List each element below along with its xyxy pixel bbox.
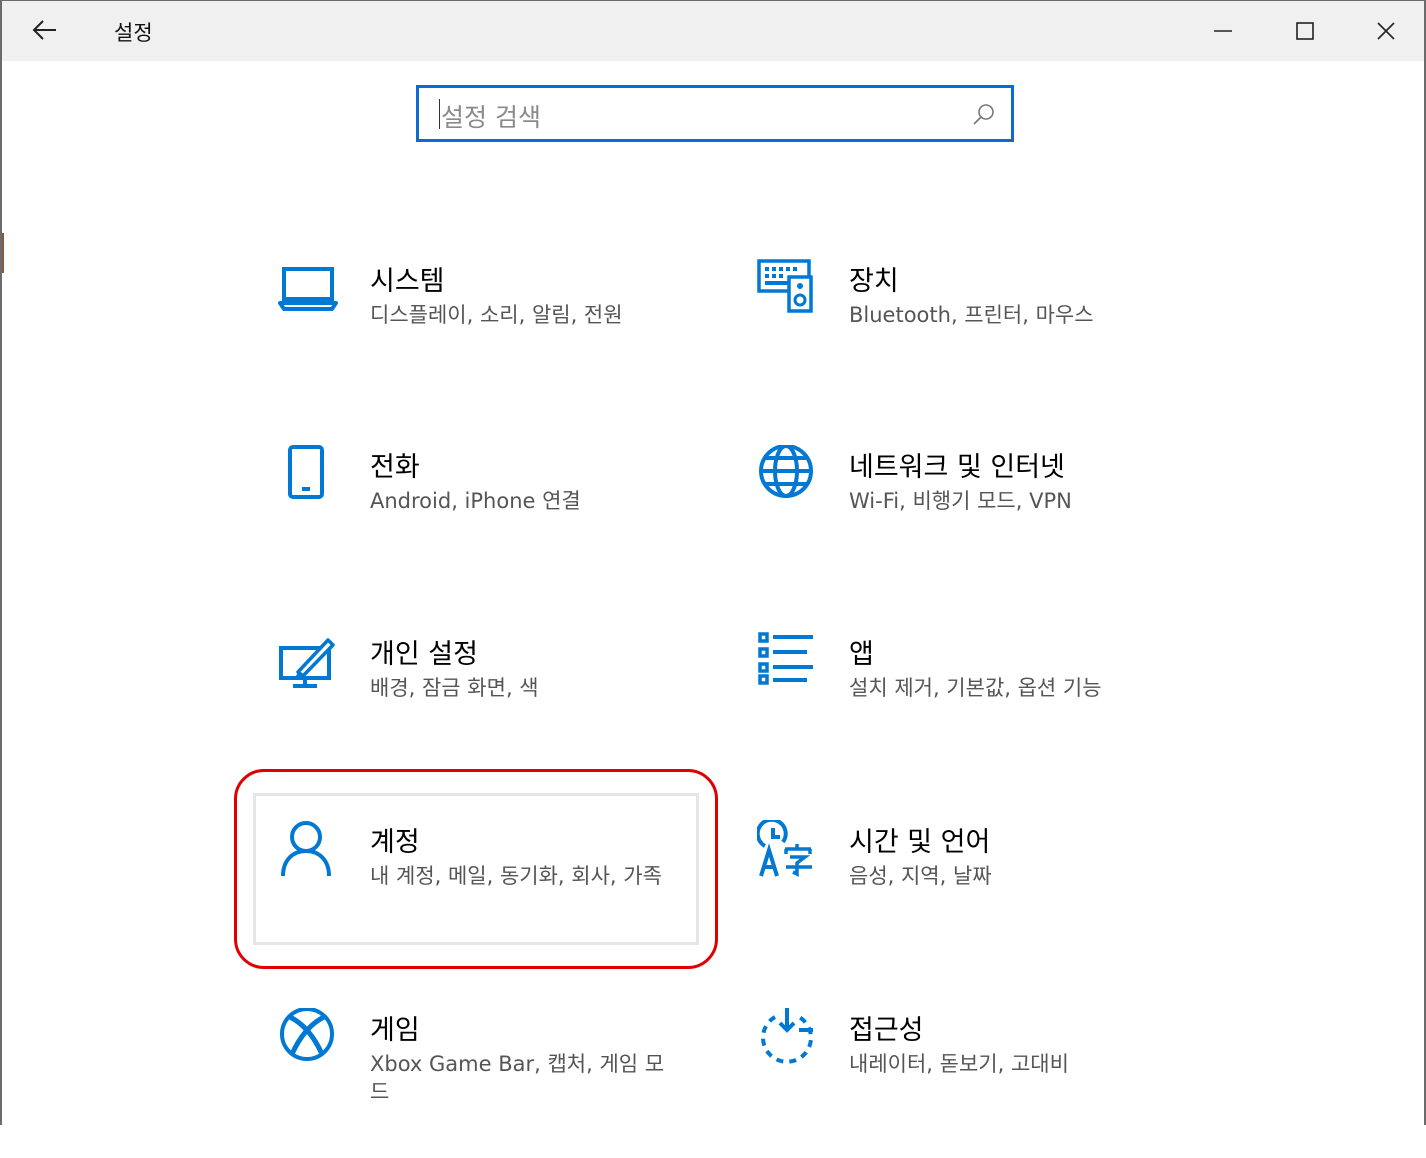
laptop-icon bbox=[278, 267, 338, 311]
category-title: 시스템 bbox=[370, 266, 445, 297]
person-icon bbox=[281, 821, 331, 877]
xbox-icon bbox=[280, 1008, 334, 1061]
time-language-icon bbox=[757, 820, 812, 877]
phone-icon bbox=[288, 445, 324, 499]
category-accounts[interactable]: 계정 내 계정, 메일, 동기화, 회사, 가족 bbox=[278, 820, 723, 970]
text-caret bbox=[439, 99, 440, 129]
maximize-button[interactable] bbox=[1264, 1, 1346, 61]
category-title: 접근성 bbox=[849, 1015, 924, 1046]
globe-icon bbox=[759, 445, 813, 498]
category-title: 앱 bbox=[849, 639, 874, 670]
back-button[interactable] bbox=[22, 9, 66, 53]
category-desc: 디스플레이, 소리, 알림, 전원 bbox=[370, 303, 623, 327]
category-desc: 내레이터, 돋보기, 고대비 bbox=[849, 1052, 1069, 1076]
search-icon bbox=[973, 104, 994, 125]
category-desc: Android, iPhone 연결 bbox=[370, 489, 581, 513]
category-gaming[interactable]: 게임 Xbox Game Bar, 캡처, 게임 모드 bbox=[278, 1008, 723, 1158]
category-title: 개인 설정 bbox=[370, 639, 478, 670]
category-desc: Bluetooth, 프린터, 마우스 bbox=[849, 303, 1094, 327]
minimize-button[interactable] bbox=[1182, 1, 1264, 61]
back-arrow-icon bbox=[32, 20, 56, 40]
category-system[interactable]: 시스템 디스플레이, 소리, 알림, 전원 bbox=[278, 259, 723, 409]
category-desc: 설치 제거, 기본값, 옵션 기능 bbox=[849, 676, 1102, 700]
category-desc: 내 계정, 메일, 동기화, 회사, 가족 bbox=[370, 864, 662, 888]
search-input[interactable]: 설정 검색 bbox=[416, 85, 1014, 142]
category-accessibility[interactable]: 접근성 내레이터, 돋보기, 고대비 bbox=[757, 1008, 1202, 1158]
close-icon bbox=[1377, 22, 1395, 40]
close-button[interactable] bbox=[1345, 1, 1426, 61]
category-personalization[interactable]: 개인 설정 배경, 잠금 화면, 색 bbox=[278, 632, 723, 782]
category-desc: 음성, 지역, 날짜 bbox=[849, 864, 992, 888]
title-bar: 설정 bbox=[2, 1, 1424, 61]
category-title: 전화 bbox=[370, 452, 420, 483]
accessibility-icon bbox=[761, 1008, 813, 1064]
category-time-language[interactable]: 시간 및 언어 음성, 지역, 날짜 bbox=[757, 820, 1202, 970]
window-edge-mark bbox=[2, 233, 4, 273]
category-title: 계정 bbox=[370, 827, 420, 858]
personalization-icon bbox=[279, 638, 335, 688]
category-title: 시간 및 언어 bbox=[849, 827, 991, 858]
category-title: 게임 bbox=[370, 1015, 420, 1046]
category-title: 장치 bbox=[849, 266, 899, 297]
search-placeholder: 설정 검색 bbox=[441, 103, 541, 132]
category-desc: Xbox Game Bar, 캡처, 게임 모드 bbox=[370, 1052, 665, 1104]
settings-window: 설정 설정 검색 시스템 디스플레이, 소리, 알림, 전원 장치 Blueto… bbox=[0, 0, 1426, 1125]
apps-list-icon bbox=[758, 632, 813, 685]
category-desc: 배경, 잠금 화면, 색 bbox=[370, 676, 539, 700]
category-title: 네트워크 및 인터넷 bbox=[849, 452, 1065, 483]
maximize-icon bbox=[1296, 22, 1314, 40]
category-devices[interactable]: 장치 Bluetooth, 프린터, 마우스 bbox=[757, 259, 1202, 409]
category-apps[interactable]: 앱 설치 제거, 기본값, 옵션 기능 bbox=[757, 632, 1202, 782]
window-title: 설정 bbox=[114, 21, 153, 45]
devices-icon bbox=[757, 259, 813, 313]
category-network[interactable]: 네트워크 및 인터넷 Wi-Fi, 비행기 모드, VPN bbox=[757, 445, 1202, 595]
category-desc: Wi-Fi, 비행기 모드, VPN bbox=[849, 489, 1072, 513]
category-phone[interactable]: 전화 Android, iPhone 연결 bbox=[278, 445, 723, 595]
minimize-icon bbox=[1214, 30, 1232, 32]
